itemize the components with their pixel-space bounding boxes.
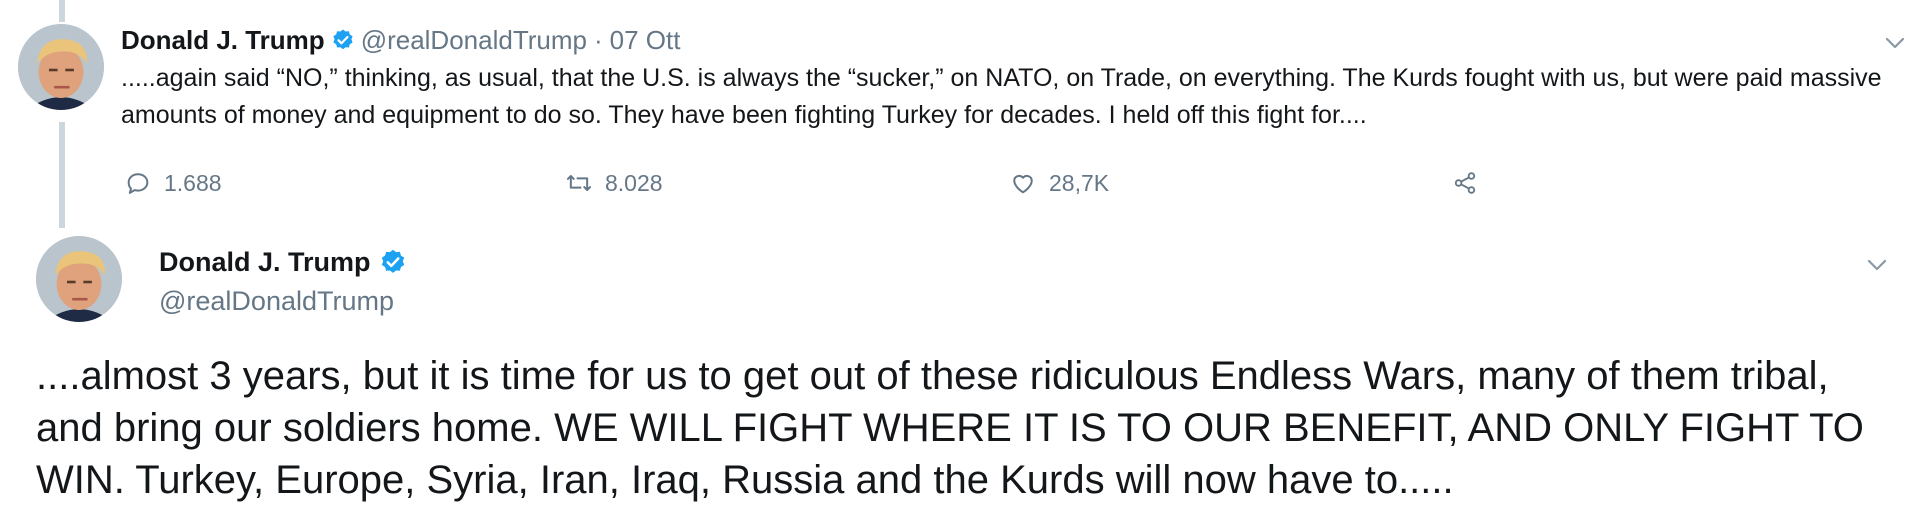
chevron-down-icon[interactable]	[1866, 258, 1888, 272]
heart-icon	[1013, 174, 1033, 194]
share-button[interactable]	[1451, 166, 1479, 200]
reply-count: 1.688	[164, 169, 222, 196]
author-handle[interactable]: @realDonaldTrump	[159, 286, 394, 317]
retweet-icon	[566, 175, 592, 191]
thread-line-bottom	[59, 122, 65, 228]
reply-icon	[127, 173, 149, 194]
avatar-image	[18, 24, 104, 110]
tweet-text: ....almost 3 years, but it is time for u…	[36, 354, 1864, 502]
like-button[interactable]: 28,7K	[1009, 166, 1109, 200]
author-handle[interactable]: @realDonaldTrump	[361, 25, 587, 56]
chevron-down-icon[interactable]	[1884, 36, 1906, 50]
retweet-button[interactable]: 8.028	[565, 166, 663, 200]
meta-separator: ·	[593, 24, 603, 55]
tweet-text: .....again said “NO,” thinking, as usual…	[121, 64, 1882, 129]
tweet-header: Donald J. Trump	[159, 244, 407, 280]
tweet-header: Donald J. Trump @realDonaldTrump · 07 Ot…	[121, 24, 680, 56]
like-count: 28,7K	[1049, 169, 1110, 196]
reply-button[interactable]: 1.688	[124, 166, 222, 200]
retweet-count: 8.028	[605, 169, 663, 196]
avatar-image	[36, 236, 122, 322]
thread-line-top	[59, 0, 65, 22]
verified-badge-icon	[333, 29, 353, 50]
verified-badge-icon	[381, 249, 404, 273]
author-name[interactable]: Donald J. Trump	[121, 25, 325, 56]
avatar[interactable]	[18, 24, 104, 110]
author-name[interactable]: Donald J. Trump	[159, 247, 371, 278]
share-icon	[1454, 172, 1476, 194]
avatar[interactable]	[36, 236, 122, 322]
tweet-date[interactable]: 07 Ott	[610, 25, 681, 56]
